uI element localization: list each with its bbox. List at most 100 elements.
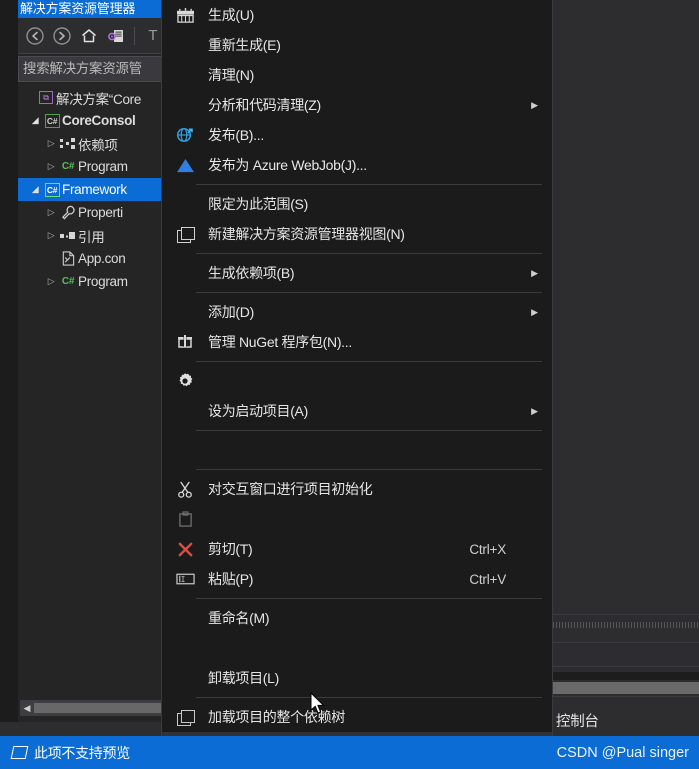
- tree-row-selected[interactable]: ◢ C# Framework: [18, 178, 177, 201]
- menu-separator: [196, 184, 542, 185]
- publish-icon: [162, 126, 208, 144]
- project-context-menu[interactable]: 生成(U) 重新生成(E) 清理(N) 分析和代码清理(Z) ▶ 发布(B)..…: [161, 0, 553, 769]
- home-icon[interactable]: [78, 25, 100, 47]
- forward-icon[interactable]: [51, 25, 73, 47]
- rename-icon: I: [162, 572, 208, 586]
- console-tab-label: 控制台: [556, 714, 599, 730]
- menu-item-unload-project[interactable]: 重命名(M): [162, 603, 552, 633]
- build-icon: [162, 7, 208, 24]
- menu-separator: [196, 253, 542, 254]
- output-pane-rows: [553, 600, 699, 720]
- menu-item-label: 设为启动项目(A): [208, 403, 308, 419]
- menu-item-build-dependencies[interactable]: 生成依赖项(B) ▶: [162, 258, 552, 288]
- menu-item-paste: [162, 504, 552, 534]
- app-root: 控制台 解决方案资源管理器 T 搜索解决方案资源管 ⧉ 解决方案“Core ◢ …: [0, 0, 699, 769]
- tree-row[interactable]: ▷ C# Program: [18, 270, 177, 293]
- csharp-file-icon: C#: [61, 276, 75, 287]
- menu-item-clean[interactable]: 清理(N): [162, 60, 552, 90]
- menu-item-rename[interactable]: I 粘贴(P) Ctrl+V: [162, 564, 552, 594]
- twisty-collapsed-icon[interactable]: ▷: [44, 138, 58, 149]
- submenu-arrow-icon: ▶: [531, 306, 538, 317]
- menu-item-label: 加载项目的整个依赖树: [208, 709, 345, 725]
- azure-icon: [162, 158, 208, 173]
- menu-item-initialize-interactive-window[interactable]: [162, 435, 552, 465]
- vs-solution-icon: ⧉: [36, 91, 56, 104]
- tree-row[interactable]: App.con: [18, 247, 177, 270]
- tree-row[interactable]: ▷ Properti: [18, 201, 177, 224]
- menu-item-publish-azure-webjob[interactable]: 发布为 Azure WebJob(J)...: [162, 150, 552, 180]
- menu-item-load-entire-dependency-tree[interactable]: 卸载项目(L): [162, 663, 552, 693]
- menu-item-debug[interactable]: 设为启动项目(A) ▶: [162, 396, 552, 426]
- menu-item-label: 对交互窗口进行项目初始化: [208, 481, 373, 497]
- menu-separator: [196, 697, 542, 698]
- menu-item-analyze-and-code-cleanup[interactable]: 分析和代码清理(Z) ▶: [162, 90, 552, 120]
- menu-item-label: 发布(B)...: [208, 127, 264, 143]
- tree-item-label: Framework: [62, 182, 127, 197]
- menu-item-publish[interactable]: 发布(B)...: [162, 120, 552, 150]
- cut-icon: [162, 481, 208, 498]
- menu-item-label: 生成(U): [208, 7, 254, 23]
- menu-item-build[interactable]: 生成(U): [162, 0, 552, 30]
- tree-item-label: Properti: [78, 205, 123, 220]
- menu-item-shortcut: Ctrl+X: [469, 541, 506, 557]
- menu-item-label: 重命名(M): [208, 610, 270, 626]
- menu-item-add[interactable]: 添加(D) ▶: [162, 297, 552, 327]
- paste-icon: [162, 510, 208, 528]
- status-bar: 此项不支持预览 CSDN @Pual singer: [0, 736, 699, 769]
- solution-explorer-title: 解决方案资源管理器: [18, 0, 177, 18]
- tool-window-gutter: [0, 0, 18, 722]
- menu-item-label: 粘贴(P): [208, 571, 254, 587]
- menu-separator: [196, 598, 542, 599]
- csharp-project-icon: C#: [42, 113, 62, 128]
- submenu-arrow-icon: ▶: [531, 405, 538, 416]
- svg-text:I: I: [180, 575, 185, 584]
- tree-row[interactable]: ▷ C# Program: [18, 155, 177, 178]
- scrollbar-thumb[interactable]: [34, 703, 173, 713]
- menu-item-cut[interactable]: 对交互窗口进行项目初始化: [162, 474, 552, 504]
- twisty-collapsed-icon[interactable]: ▷: [44, 276, 58, 287]
- twisty-collapsed-icon[interactable]: ▷: [44, 161, 58, 172]
- preview-unsupported-icon: [10, 746, 29, 759]
- menu-item-label: 重新生成(E): [208, 37, 281, 53]
- back-icon[interactable]: [24, 25, 46, 47]
- references-icon: [58, 230, 78, 242]
- tree-row[interactable]: ▷ 引用: [18, 224, 177, 247]
- tree-row[interactable]: ◢ C# CoreConsol: [18, 109, 177, 132]
- menu-item-set-as-startup-project[interactable]: [162, 366, 552, 396]
- solution-tree[interactable]: ⧉ 解决方案“Core ◢ C# CoreConsol ▷ 依赖项 ▷ C# P…: [18, 86, 177, 696]
- twisty-collapsed-icon[interactable]: ▷: [44, 230, 58, 241]
- tree-horizontal-scrollbar[interactable]: ◀: [20, 700, 175, 716]
- scroll-left-arrow-icon[interactable]: ◀: [20, 700, 34, 716]
- submenu-arrow-icon: ▶: [531, 99, 538, 110]
- menu-item-label: 管理 NuGet 程序包(N)...: [208, 334, 352, 350]
- search-input[interactable]: 搜索解决方案资源管: [18, 56, 177, 82]
- sync-with-active-document-icon[interactable]: [105, 25, 127, 47]
- menu-item-manage-nuget-packages[interactable]: 管理 NuGet 程序包(N)...: [162, 327, 552, 357]
- menu-item-scope-to-this[interactable]: 限定为此范围(S): [162, 189, 552, 219]
- tree-item-label: Program: [78, 274, 128, 289]
- tree-row[interactable]: ▷ 依赖项: [18, 132, 177, 155]
- menu-separator: [196, 469, 542, 470]
- twisty-expanded-icon[interactable]: ◢: [28, 115, 42, 126]
- tree-item-label: 解决方案“Core: [56, 91, 142, 107]
- dependencies-icon: [58, 137, 78, 151]
- menu-item-copy-full-path[interactable]: 加载项目的整个依赖树: [162, 702, 552, 732]
- csharp-project-icon: C#: [42, 182, 62, 197]
- twisty-expanded-icon[interactable]: ◢: [28, 184, 42, 195]
- menu-item-label: 剪切(T): [208, 541, 253, 557]
- watermark: CSDN @Pual singer: [556, 744, 689, 761]
- tree-row[interactable]: ⧉ 解决方案“Core: [18, 86, 177, 109]
- menu-item-remove[interactable]: 剪切(T) Ctrl+X: [162, 534, 552, 564]
- menu-item-label: 添加(D): [208, 304, 254, 320]
- tree-item-label: Program: [78, 159, 128, 174]
- twisty-collapsed-icon[interactable]: ▷: [44, 207, 58, 218]
- status-message-group: 此项不支持预览: [0, 743, 130, 763]
- menu-item-new-solution-explorer-view[interactable]: 新建解决方案资源管理器视图(N): [162, 219, 552, 249]
- menu-item-rebuild[interactable]: 重新生成(E): [162, 30, 552, 60]
- menu-item-label: 分析和代码清理(Z): [208, 97, 321, 113]
- solution-explorer-toolbar[interactable]: T: [18, 18, 177, 54]
- menu-item-label: 限定为此范围(S): [208, 196, 308, 212]
- remove-icon: [162, 541, 208, 558]
- menu-item-load-direct-dependencies[interactable]: [162, 633, 552, 663]
- menu-separator: [196, 430, 542, 431]
